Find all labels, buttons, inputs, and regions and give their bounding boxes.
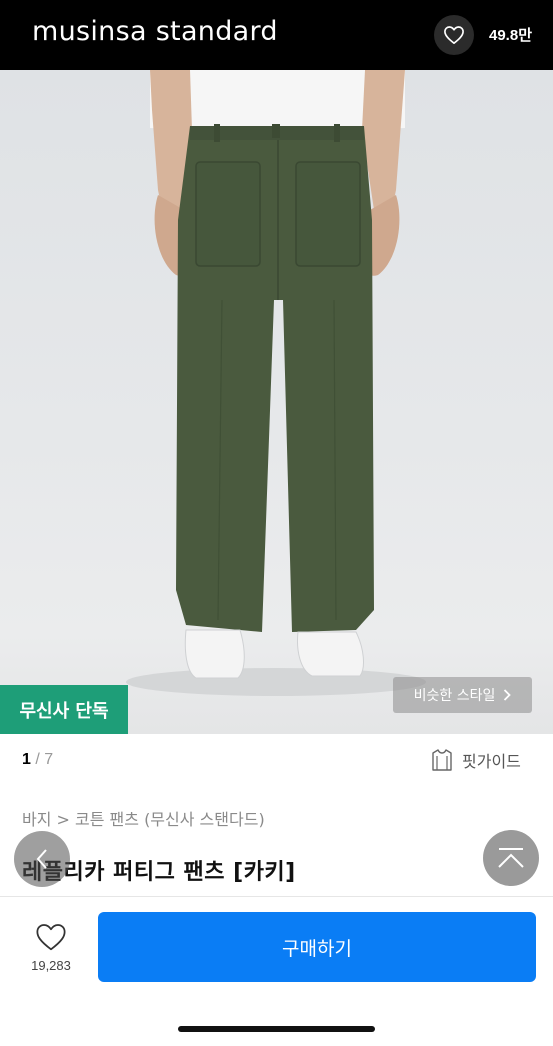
buy-button[interactable]: 구매하기 bbox=[98, 912, 536, 982]
heart-outline-icon bbox=[36, 924, 66, 951]
chevron-right-icon bbox=[504, 689, 512, 701]
home-indicator bbox=[178, 1026, 375, 1032]
fit-guide-label: 핏가이드 bbox=[462, 752, 521, 771]
chevron-left-icon bbox=[36, 849, 47, 869]
category-breadcrumb[interactable]: 바지 > 코튼 팬츠 (무신사 스탠다드) bbox=[22, 806, 265, 830]
pager-current: 1 bbox=[22, 751, 31, 768]
brand-like-button[interactable] bbox=[434, 15, 474, 55]
previous-button[interactable] bbox=[14, 831, 70, 887]
shirt-icon bbox=[432, 749, 452, 771]
similar-style-label: 비슷한 스타일 bbox=[413, 688, 496, 704]
favorite-count: 19,283 bbox=[31, 958, 71, 973]
brand-logo[interactable]: musinsa standard bbox=[32, 16, 278, 47]
top-header: musinsa standard 49.8만 bbox=[0, 0, 553, 70]
fit-guide-button[interactable]: 핏가이드 bbox=[430, 748, 521, 772]
heart-icon bbox=[444, 26, 464, 44]
scroll-to-top-button[interactable] bbox=[483, 830, 539, 886]
exclusive-badge: 무신사 단독 bbox=[0, 685, 128, 734]
similar-style-button[interactable]: 비슷한 스타일 bbox=[393, 677, 532, 713]
product-photo bbox=[126, 70, 426, 696]
pager-total: / 7 bbox=[30, 751, 54, 768]
favorite-button[interactable]: 19,283 bbox=[20, 922, 82, 982]
product-image-carousel[interactable] bbox=[0, 70, 553, 734]
brand-like-count: 49.8만 bbox=[489, 27, 532, 44]
image-pager: 1 / 7 bbox=[22, 751, 53, 769]
arrow-up-icon bbox=[498, 848, 524, 868]
